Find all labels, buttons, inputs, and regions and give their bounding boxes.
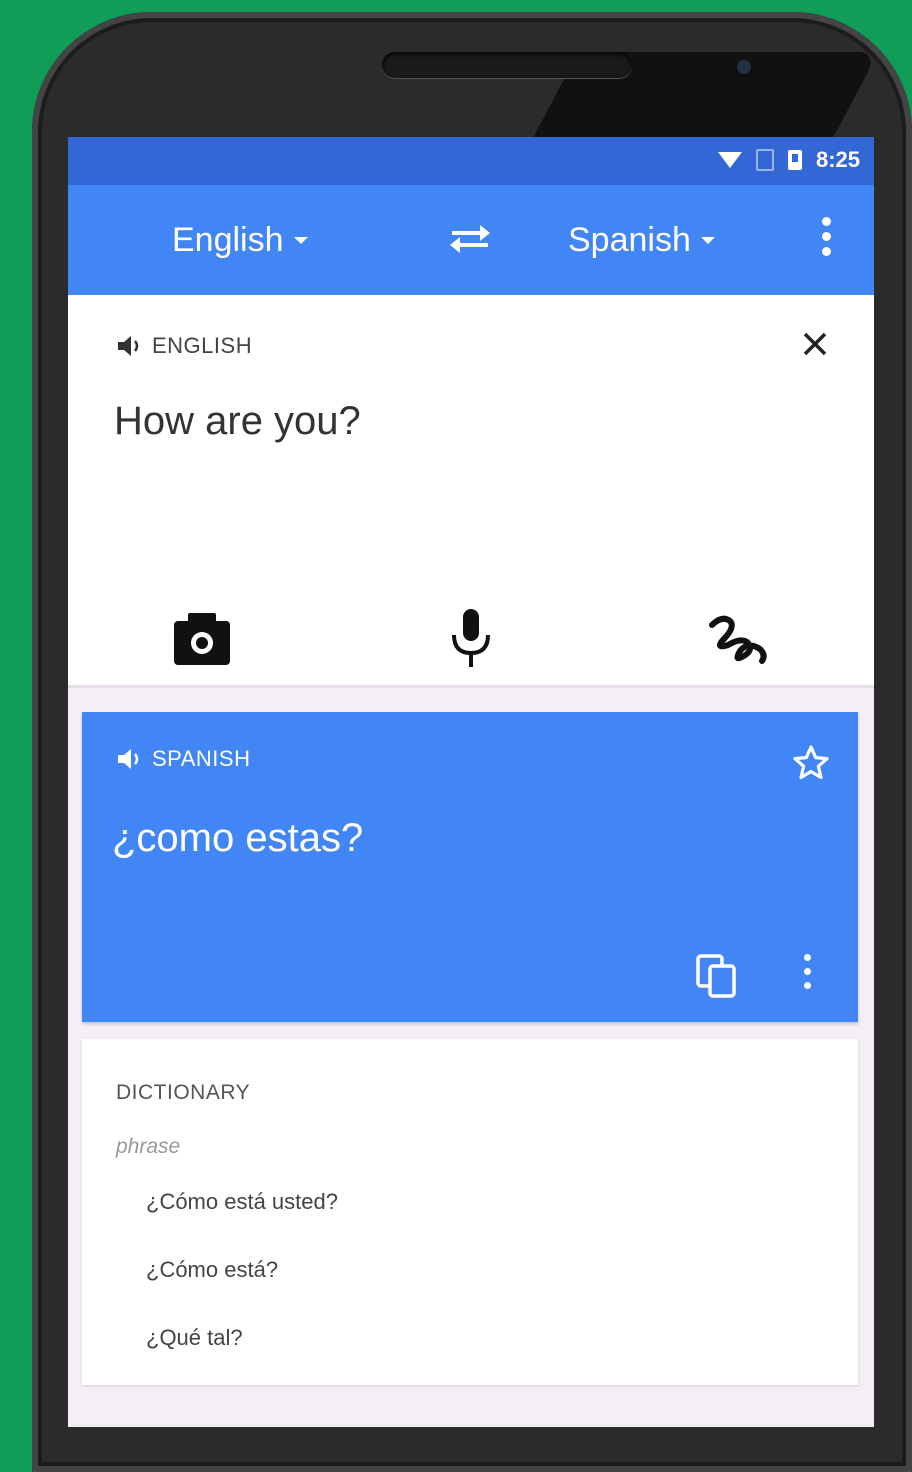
output-language-label: SPANISH [152,746,251,771]
front-camera [737,60,751,74]
target-language-label: Spanish [568,221,691,259]
dictionary-title: DICTIONARY [116,1081,251,1104]
speaker-icon[interactable] [116,334,144,358]
status-time: 8:25 [815,147,860,172]
source-language-label: English [172,221,284,259]
copy-icon[interactable] [696,954,738,998]
input-language-label: ENGLISH [152,333,253,358]
caret-down-icon [293,237,308,244]
microphone-icon[interactable] [446,607,496,669]
battery-icon [787,150,802,170]
app-bar: English Spanish [68,185,874,295]
camera-icon[interactable] [172,611,232,667]
sim-icon [755,149,774,171]
output-language-row: SPANISH [116,746,250,772]
overflow-menu-icon[interactable] [800,954,814,998]
star-icon[interactable] [792,744,830,782]
swap-languages-icon[interactable] [446,219,494,259]
status-bar: 8:25 [68,137,874,185]
close-icon[interactable] [800,329,830,359]
dictionary-card: DICTIONARY phrase ¿Cómo está usted? ¿Cóm… [82,1039,858,1385]
dictionary-entry[interactable]: ¿Cómo está usted? [146,1189,338,1215]
phone-screen: 8:25 English Spanish ENGLISH How are you… [68,137,874,1427]
phone-speaker [382,52,632,78]
source-text-input[interactable]: How are you? [114,399,361,444]
handwriting-icon[interactable] [708,615,770,665]
dictionary-entry[interactable]: ¿Qué tal? [146,1325,243,1351]
overflow-menu-icon[interactable] [816,217,836,265]
part-of-speech: phrase [116,1135,181,1158]
dictionary-entry[interactable]: ¿Cómo está? [146,1257,278,1283]
wifi-icon [717,152,742,168]
translation-card[interactable]: SPANISH ¿como estas? [82,712,858,1022]
translated-text: ¿como estas? [112,816,364,860]
input-language-row: ENGLISH [116,333,252,359]
source-language-selector[interactable]: English [172,221,308,260]
caret-down-icon [700,237,715,244]
speaker-icon[interactable] [116,747,144,771]
target-language-selector[interactable]: Spanish [568,221,715,260]
